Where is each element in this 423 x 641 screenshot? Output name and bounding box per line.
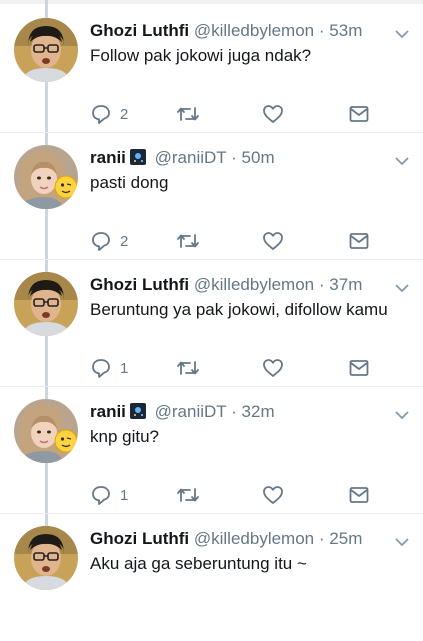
avatar-ghozi[interactable] xyxy=(14,272,78,336)
retweet-button[interactable] xyxy=(176,484,200,506)
reply-button[interactable]: 1 xyxy=(90,484,128,506)
display-name[interactable]: ranii xyxy=(90,402,126,421)
chevron-down-icon[interactable] xyxy=(395,534,409,552)
tweet-header: ranii @raniiDT · 32m xyxy=(90,401,275,423)
action-bar: 2 xyxy=(90,103,380,125)
heart-icon xyxy=(262,230,284,252)
retweet-icon xyxy=(176,230,200,252)
retweet-button[interactable] xyxy=(176,230,200,252)
tweet-header: ranii @raniiDT · 50m xyxy=(90,147,275,169)
envelope-icon xyxy=(348,230,370,252)
envelope-icon xyxy=(348,103,370,125)
retweet-button[interactable] xyxy=(176,103,200,125)
direct-message-button[interactable] xyxy=(348,230,370,252)
heart-icon xyxy=(262,484,284,506)
reply-count: 2 xyxy=(120,105,129,123)
action-bar: 1 xyxy=(90,357,380,379)
gaming-badge-icon xyxy=(129,403,146,419)
tweet[interactable]: Ghozi Luthfi @killedbylemon · 25m Aku aj… xyxy=(0,514,423,641)
reply-icon xyxy=(90,103,112,125)
timestamp[interactable]: 50m xyxy=(242,148,275,167)
separator-dot: · xyxy=(231,402,237,421)
chevron-down-icon[interactable] xyxy=(395,280,409,298)
chevron-down-icon[interactable] xyxy=(395,153,409,171)
top-divider xyxy=(0,0,423,4)
username[interactable]: @killedbylemon xyxy=(194,275,314,294)
envelope-icon xyxy=(348,484,370,506)
retweet-icon xyxy=(176,357,200,379)
heart-icon xyxy=(262,357,284,379)
tweet-text: Aku aja ga seberuntung itu ~ xyxy=(90,554,307,573)
timestamp[interactable]: 37m xyxy=(329,275,362,294)
tweet[interactable]: ranii @raniiDT · 32m knp gitu? 1 xyxy=(0,387,423,514)
tweet-header: Ghozi Luthfi @killedbylemon · 25m xyxy=(90,528,362,550)
action-bar: 2 xyxy=(90,230,380,252)
heart-icon xyxy=(262,103,284,125)
avatar-image xyxy=(14,526,78,590)
avatar-image xyxy=(14,272,78,336)
chevron-down-icon[interactable] xyxy=(395,407,409,425)
avatar-image xyxy=(14,18,78,82)
display-name[interactable]: Ghozi Luthfi xyxy=(90,529,189,548)
tweet-header: Ghozi Luthfi @killedbylemon · 37m xyxy=(90,274,362,296)
like-button[interactable] xyxy=(262,357,284,379)
display-name[interactable]: ranii xyxy=(90,148,126,167)
username[interactable]: @raniiDT xyxy=(155,148,227,167)
timestamp[interactable]: 53m xyxy=(329,21,362,40)
separator-dot: · xyxy=(231,148,237,167)
display-name[interactable]: Ghozi Luthfi xyxy=(90,275,189,294)
username[interactable]: @killedbylemon xyxy=(194,21,314,40)
tweet-header: Ghozi Luthfi @killedbylemon · 53m xyxy=(90,20,362,42)
separator-dot: · xyxy=(318,275,325,294)
avatar-image xyxy=(14,399,78,463)
gaming-badge-icon xyxy=(129,149,146,165)
chevron-down-icon[interactable] xyxy=(395,26,409,44)
tweet-text: pasti dong xyxy=(90,173,169,192)
tweet[interactable]: Ghozi Luthfi @killedbylemon · 37m Berunt… xyxy=(0,260,423,387)
direct-message-button[interactable] xyxy=(348,103,370,125)
action-bar: 1 xyxy=(90,484,380,506)
tweet-text: knp gitu? xyxy=(90,427,159,446)
separator-dot: · xyxy=(318,21,325,40)
reply-count: 2 xyxy=(120,232,129,250)
envelope-icon xyxy=(348,357,370,379)
direct-message-button[interactable] xyxy=(348,357,370,379)
retweet-icon xyxy=(176,484,200,506)
display-name[interactable]: Ghozi Luthfi xyxy=(90,21,189,40)
like-button[interactable] xyxy=(262,484,284,506)
timestamp[interactable]: 25m xyxy=(329,529,362,548)
tweet[interactable]: Ghozi Luthfi @killedbylemon · 53m Follow… xyxy=(0,6,423,133)
username[interactable]: @raniiDT xyxy=(155,402,227,421)
retweet-button[interactable] xyxy=(176,357,200,379)
username[interactable]: @killedbylemon xyxy=(194,529,314,548)
reply-count: 1 xyxy=(120,359,129,377)
avatar-ranii[interactable] xyxy=(14,145,78,209)
like-button[interactable] xyxy=(262,103,284,125)
avatar-ranii[interactable] xyxy=(14,399,78,463)
avatar-image xyxy=(14,145,78,209)
avatar-ghozi[interactable] xyxy=(14,18,78,82)
tweet[interactable]: ranii @raniiDT · 50m pasti dong 2 xyxy=(0,133,423,260)
reply-button[interactable]: 2 xyxy=(90,230,128,252)
reply-icon xyxy=(90,484,112,506)
reply-button[interactable]: 2 xyxy=(90,103,128,125)
retweet-icon xyxy=(176,103,200,125)
separator-dot: · xyxy=(318,529,325,548)
reply-button[interactable]: 1 xyxy=(90,357,128,379)
reply-icon xyxy=(90,230,112,252)
like-button[interactable] xyxy=(262,230,284,252)
tweet-text: Follow pak jokowi juga ndak? xyxy=(90,46,312,65)
reply-count: 1 xyxy=(120,486,129,504)
reply-icon xyxy=(90,357,112,379)
timestamp[interactable]: 32m xyxy=(242,402,275,421)
tweet-text: Beruntung ya pak jokowi, difollow kamu xyxy=(90,300,388,319)
avatar-ghozi[interactable] xyxy=(14,526,78,590)
direct-message-button[interactable] xyxy=(348,484,370,506)
